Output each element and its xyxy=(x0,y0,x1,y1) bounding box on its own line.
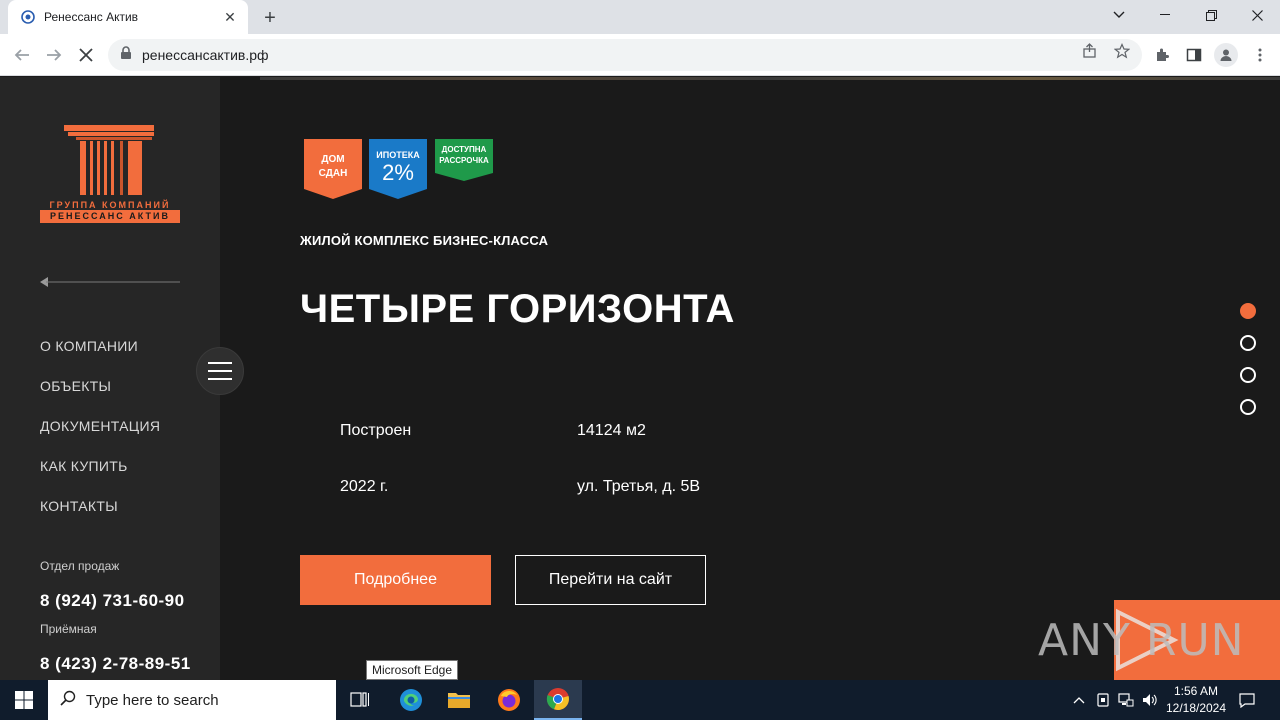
slider-dot-2[interactable] xyxy=(1240,335,1256,351)
clock-time: 1:56 AM xyxy=(1173,684,1219,698)
lock-icon[interactable] xyxy=(120,45,132,65)
menu-item-documents[interactable]: ДОКУМЕНТАЦИЯ xyxy=(40,418,160,434)
badge-line: ДОСТУПНА xyxy=(441,145,487,154)
browser-menu-icon[interactable] xyxy=(1250,45,1270,65)
hero-subtitle: ЖИЛОЙ КОМПЛЕКС БИЗНЕС-КЛАССА xyxy=(300,233,549,248)
edge-taskbar-icon[interactable] xyxy=(387,680,435,720)
search-placeholder: Type here to search xyxy=(86,691,219,709)
url-text: ренессансактив.рф xyxy=(142,47,269,63)
fact-year: 2022 г. xyxy=(340,478,389,495)
forward-icon[interactable] xyxy=(42,43,66,67)
browser-tab-strip: Ренессанс Актив ✕ + xyxy=(0,0,1280,34)
badge-house-completed: ДОМ СДАН xyxy=(304,139,362,199)
share-icon[interactable] xyxy=(1082,43,1098,59)
browser-tab[interactable]: Ренессанс Актив ✕ xyxy=(8,0,248,34)
menu-item-about[interactable]: О КОМПАНИИ xyxy=(40,338,138,354)
back-arrow-icon[interactable] xyxy=(40,275,180,287)
taskbar-clock[interactable]: 1:56 AM 12/18/2024 xyxy=(1160,683,1232,717)
notifications-icon[interactable] xyxy=(1236,680,1258,720)
logo-company-name: РЕНЕССАНС АКТИВ xyxy=(40,210,180,223)
details-button[interactable]: Подробнее xyxy=(300,555,491,605)
sales-phone[interactable]: 8 (924) 731-60-90 xyxy=(40,591,185,611)
new-tab-button[interactable]: + xyxy=(258,6,282,30)
fact-status: Построен xyxy=(340,422,412,439)
window-close-icon[interactable] xyxy=(1234,0,1280,30)
badge-line: 2% xyxy=(382,160,414,185)
go-to-site-button[interactable]: Перейти на сайт xyxy=(515,555,706,605)
hamburger-line xyxy=(208,378,232,380)
task-view-icon[interactable] xyxy=(336,680,384,720)
side-panel-icon[interactable] xyxy=(1184,45,1204,65)
profile-avatar-icon[interactable] xyxy=(1214,43,1238,67)
logo-subtitle: ГРУППА КОМПАНИЙ xyxy=(49,200,171,210)
back-icon[interactable] xyxy=(10,43,34,67)
hamburger-menu-button[interactable] xyxy=(196,347,244,395)
browser-toolbar: ренессансактив.рф xyxy=(0,34,1280,76)
sales-label: Отдел продаж xyxy=(40,559,120,573)
fact-area: 14124 м2 xyxy=(577,422,646,439)
taskbar-tooltip: Microsoft Edge xyxy=(366,660,459,680)
windows-start-icon[interactable] xyxy=(0,680,48,720)
site-favicon-icon xyxy=(20,9,36,25)
bookmark-star-icon[interactable] xyxy=(1114,43,1130,59)
hamburger-line xyxy=(208,362,232,364)
menu-item-how-to-buy[interactable]: КАК КУПИТЬ xyxy=(40,458,128,474)
slider-dot-3[interactable] xyxy=(1240,367,1256,383)
network-icon[interactable] xyxy=(1117,680,1135,720)
menu-item-objects[interactable]: ОБЪЕКТЫ xyxy=(40,378,111,394)
badge-line: СДАН xyxy=(318,168,348,179)
menu-item-contacts[interactable]: КОНТАКТЫ xyxy=(40,498,118,514)
badge-installment: ДОСТУПНА РАССРОЧКА xyxy=(435,139,493,199)
restore-icon[interactable] xyxy=(1188,0,1234,30)
web-page: ГРУППА КОМПАНИЙ РЕНЕССАНС АКТИВ О КОМПАН… xyxy=(0,77,1280,680)
chrome-taskbar-icon[interactable] xyxy=(534,680,582,720)
tab-search-chevron-icon[interactable] xyxy=(1096,0,1142,30)
taskbar-search-input[interactable]: Type here to search xyxy=(48,680,336,720)
badge-mortgage: ИПОТЕКА 2% xyxy=(369,139,427,199)
file-explorer-taskbar-icon[interactable] xyxy=(435,680,483,720)
tab-title: Ренессанс Актив xyxy=(44,10,139,24)
badge-line: ИПОТЕКА xyxy=(376,150,420,160)
search-icon xyxy=(60,690,76,711)
slider-dot-1[interactable] xyxy=(1240,303,1256,319)
clock-date: 12/18/2024 xyxy=(1165,701,1227,715)
extensions-puzzle-icon[interactable] xyxy=(1152,45,1172,65)
slider-dot-4[interactable] xyxy=(1240,399,1256,415)
address-bar[interactable]: ренессансактив.рф xyxy=(108,39,1142,71)
badge-line: РАССРОЧКА xyxy=(439,156,489,165)
badge-line: ДОМ xyxy=(321,154,345,165)
volume-icon[interactable] xyxy=(1141,680,1159,720)
windows-taskbar: Type here to search 1:56 AM 12/18/2024 xyxy=(0,680,1280,720)
tray-app-icon[interactable] xyxy=(1094,680,1112,720)
stop-loading-icon[interactable] xyxy=(74,43,98,67)
anyrun-watermark: ANY RUN xyxy=(1038,615,1245,666)
fact-address: ул. Третья, д. 5В xyxy=(577,478,701,495)
tray-overflow-chevron-icon[interactable] xyxy=(1070,680,1088,720)
hero-image-strip xyxy=(260,77,1280,80)
reception-label: Приёмная xyxy=(40,622,97,636)
hamburger-line xyxy=(208,370,232,372)
firefox-taskbar-icon[interactable] xyxy=(485,680,533,720)
reception-phone[interactable]: 8 (423) 2-78-89-51 xyxy=(40,654,191,674)
minimize-icon[interactable] xyxy=(1142,0,1188,30)
hero-title: ЧЕТЫРЕ ГОРИЗОНТА xyxy=(300,287,735,331)
tab-close-icon[interactable]: ✕ xyxy=(222,9,238,25)
